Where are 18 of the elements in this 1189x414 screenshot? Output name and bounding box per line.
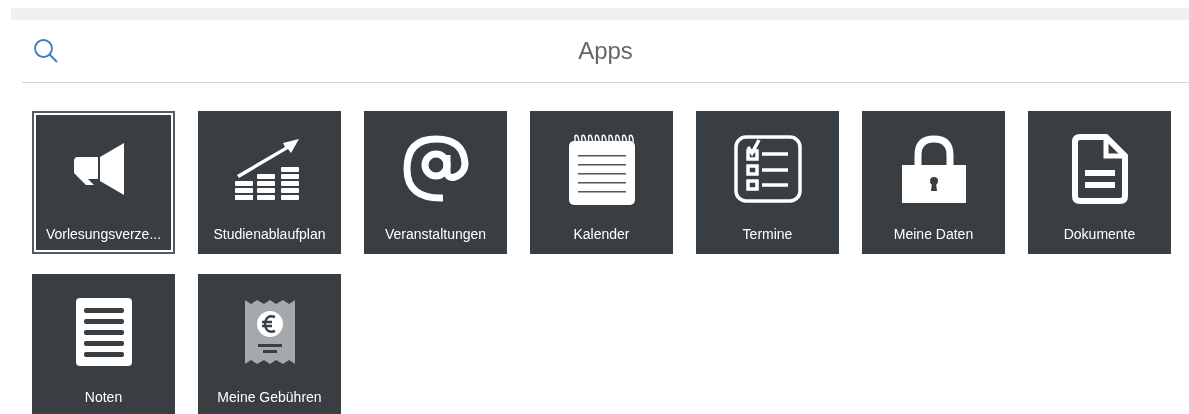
page-title: Apps <box>577 37 634 65</box>
app-tile[interactable]: Veranstaltungen <box>364 111 507 254</box>
app-tile[interactable]: Dokumente <box>1028 111 1171 254</box>
app-tile[interactable]: Termine <box>696 111 839 254</box>
search-icon <box>33 38 59 64</box>
document-icon <box>1071 134 1128 204</box>
padlock-icon <box>901 135 966 203</box>
app-tile[interactable]: Studienablaufplan <box>198 111 341 254</box>
app-tile[interactable]: Meine Daten <box>862 111 1005 254</box>
app-tile[interactable]: Meine Gebühren <box>198 274 341 414</box>
notepad-icon <box>568 133 635 205</box>
checklist-icon <box>733 135 802 203</box>
app-tile[interactable]: Noten <box>32 274 175 414</box>
text-document-icon <box>75 298 132 366</box>
app-tile[interactable]: Vorlesungsverze... <box>32 111 175 254</box>
at-sign-icon <box>402 135 469 203</box>
receipt-icon <box>244 300 295 364</box>
app-tile[interactable]: Kalender <box>530 111 673 254</box>
